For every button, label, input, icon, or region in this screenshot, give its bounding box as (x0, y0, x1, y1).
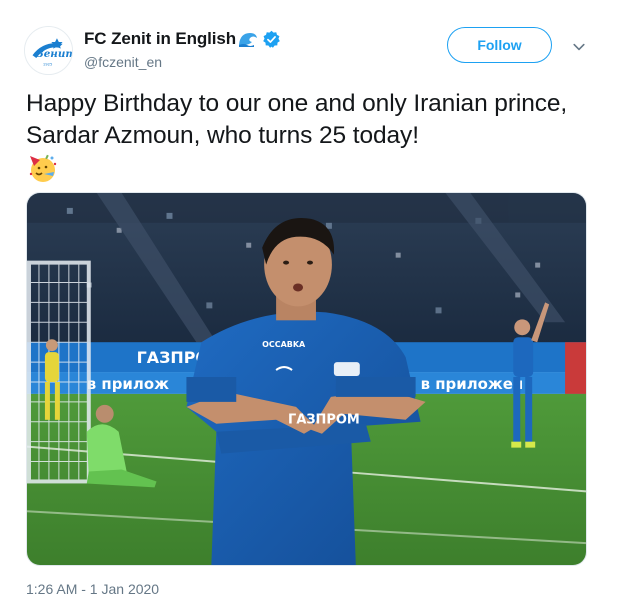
party-face-emoji-icon (26, 152, 58, 184)
tweet-media-photo[interactable]: ГАЗПРОМ в прилож в приложен OCCABKA ГАЗП… (26, 192, 587, 566)
avatar[interactable]: Зенит 1925 (24, 26, 73, 75)
follow-button[interactable]: Follow (447, 27, 552, 63)
svg-text:1925: 1925 (43, 63, 53, 67)
tweet-header: Зенит 1925 FC Zenit in English @fczenit_… (24, 20, 599, 76)
chevron-down-icon (573, 43, 585, 51)
zenit-logo-icon: Зенит 1925 (25, 27, 72, 74)
tweet-body: Happy Birthday to our one and only Irani… (26, 90, 568, 149)
user-handle[interactable]: @fczenit_en (84, 54, 281, 70)
author-block: FC Zenit in English @fczenit_en (84, 28, 281, 70)
board-text-2: в прилож (87, 375, 169, 393)
tweet-timestamp[interactable]: 1:26 AM - 1 Jan 2020 (26, 581, 159, 597)
wave-emoji-icon (238, 30, 258, 48)
sleeve-sponsor: OCCABKA (262, 340, 306, 349)
display-name[interactable]: FC Zenit in English (84, 29, 236, 49)
tweet-menu-button[interactable] (568, 36, 590, 58)
svg-text:Зенит: Зенит (36, 48, 72, 60)
jersey-sponsor: ГАЗПРОМ (288, 413, 360, 428)
board-text-3: в приложен (421, 375, 524, 393)
football-celebration-image: ГАЗПРОМ в прилож в приложен OCCABKA ГАЗП… (27, 193, 586, 565)
verified-badge-icon (262, 30, 281, 49)
tweet-text: Happy Birthday to our one and only Irani… (26, 88, 586, 187)
